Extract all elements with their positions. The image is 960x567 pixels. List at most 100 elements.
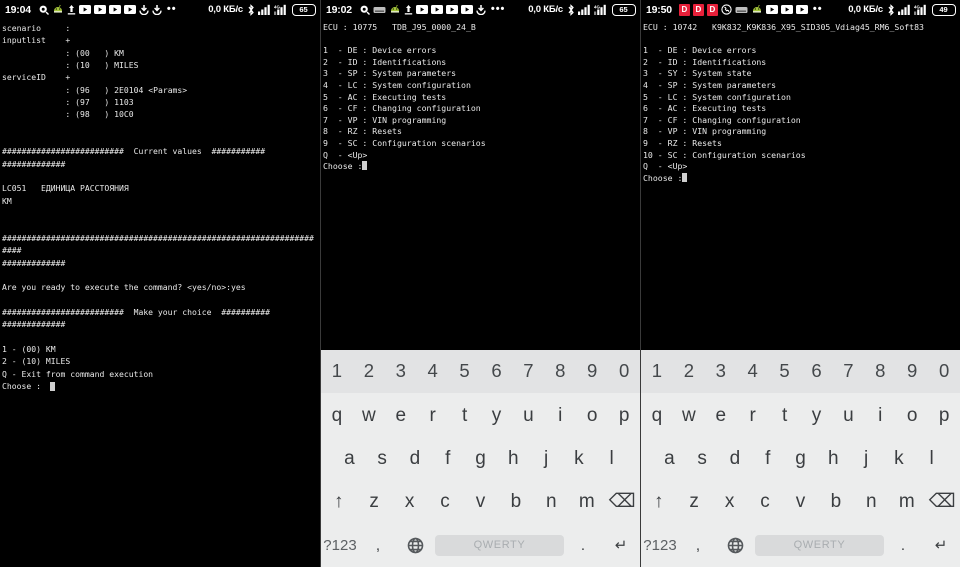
period-key[interactable]: . (564, 524, 602, 567)
key-r[interactable]: r (417, 393, 449, 436)
key-6[interactable]: 6 (801, 350, 833, 393)
key-n[interactable]: n (854, 480, 889, 523)
onscreen-keyboard-2[interactable]: 1 2 3 4 5 6 7 8 9 0 q w e r t y u i o p … (321, 349, 640, 567)
key-r[interactable]: r (737, 393, 769, 436)
menu-item[interactable]: Q - <Up> (323, 150, 638, 162)
key-y[interactable]: y (801, 393, 833, 436)
key-m[interactable]: m (569, 480, 604, 523)
symbols-key[interactable]: ?123 (321, 524, 359, 567)
menu-item[interactable]: 6 - AC : Executing tests (643, 103, 958, 115)
key-i[interactable]: i (544, 393, 576, 436)
shift-key[interactable]: ↑ (641, 480, 676, 523)
onscreen-keyboard-3[interactable]: 1 2 3 4 5 6 7 8 9 0 q w e r t y u i o p … (641, 349, 960, 567)
key-b[interactable]: b (498, 480, 533, 523)
comma-key[interactable]: , (359, 524, 397, 567)
key-i[interactable]: i (864, 393, 896, 436)
menu-item[interactable]: 8 - VP : VIN programming (643, 126, 958, 138)
key-a[interactable]: a (333, 437, 366, 480)
key-8[interactable]: 8 (544, 350, 576, 393)
key-w[interactable]: w (353, 393, 385, 436)
menu-item[interactable]: 8 - RZ : Resets (323, 126, 638, 138)
key-f[interactable]: f (431, 437, 464, 480)
menu-item[interactable]: 1 - DE : Device errors (323, 45, 638, 57)
symbols-key[interactable]: ?123 (641, 524, 679, 567)
key-6[interactable]: 6 (481, 350, 513, 393)
key-5[interactable]: 5 (449, 350, 481, 393)
key-x[interactable]: x (392, 480, 427, 523)
key-s[interactable]: s (366, 437, 399, 480)
key-k[interactable]: k (562, 437, 595, 480)
key-a[interactable]: a (653, 437, 686, 480)
key-2[interactable]: 2 (353, 350, 385, 393)
key-v[interactable]: v (783, 480, 818, 523)
menu-item[interactable]: 10 - SC : Configuration scenarios (643, 150, 958, 162)
key-p[interactable]: p (928, 393, 960, 436)
key-u[interactable]: u (832, 393, 864, 436)
menu-item[interactable]: 6 - CF : Changing configuration (323, 103, 638, 115)
menu-item[interactable]: 3 - SP : System parameters (323, 68, 638, 80)
comma-key[interactable]: , (679, 524, 717, 567)
key-u[interactable]: u (512, 393, 544, 436)
backspace-key[interactable]: ⌫ (925, 480, 960, 523)
key-m[interactable]: m (889, 480, 924, 523)
key-4[interactable]: 4 (417, 350, 449, 393)
terminal-output-1[interactable]: scenario : inputlist + : (00 ) KM : (10 … (0, 19, 320, 567)
key-2[interactable]: 2 (673, 350, 705, 393)
menu-item[interactable]: 7 - VP : VIN programming (323, 115, 638, 127)
key-t[interactable]: t (769, 393, 801, 436)
menu-item[interactable]: 9 - RZ : Resets (643, 138, 958, 150)
key-l[interactable]: l (915, 437, 948, 480)
shift-key[interactable]: ↑ (321, 480, 356, 523)
key-l[interactable]: l (595, 437, 628, 480)
key-s[interactable]: s (686, 437, 719, 480)
key-q[interactable]: q (641, 393, 673, 436)
key-d[interactable]: d (399, 437, 432, 480)
key-9[interactable]: 9 (576, 350, 608, 393)
menu-item[interactable]: 2 - ID : Identifications (643, 57, 958, 69)
key-h[interactable]: h (817, 437, 850, 480)
key-7[interactable]: 7 (512, 350, 544, 393)
key-0[interactable]: 0 (608, 350, 640, 393)
key-3[interactable]: 3 (705, 350, 737, 393)
menu-item[interactable]: 2 - ID : Identifications (323, 57, 638, 69)
key-b[interactable]: b (818, 480, 853, 523)
key-o[interactable]: o (896, 393, 928, 436)
menu-item[interactable]: 5 - LC : System configuration (643, 92, 958, 104)
key-g[interactable]: g (784, 437, 817, 480)
key-1[interactable]: 1 (641, 350, 673, 393)
key-h[interactable]: h (497, 437, 530, 480)
key-j[interactable]: j (850, 437, 883, 480)
menu-item[interactable]: 3 - SY : System state (643, 68, 958, 80)
key-0[interactable]: 0 (928, 350, 960, 393)
key-4[interactable]: 4 (737, 350, 769, 393)
key-9[interactable]: 9 (896, 350, 928, 393)
key-5[interactable]: 5 (769, 350, 801, 393)
key-1[interactable]: 1 (321, 350, 353, 393)
key-c[interactable]: c (427, 480, 462, 523)
key-c[interactable]: c (747, 480, 782, 523)
period-key[interactable]: . (884, 524, 922, 567)
menu-item[interactable]: 7 - CF : Changing configuration (643, 115, 958, 127)
key-z[interactable]: z (676, 480, 711, 523)
key-d[interactable]: d (719, 437, 752, 480)
globe-icon[interactable] (717, 524, 755, 567)
terminal-output-2[interactable]: ECU : 10775 TDB_J95_0000_24_B 1 - DE : D… (321, 19, 640, 349)
key-3[interactable]: 3 (385, 350, 417, 393)
menu-item[interactable]: 5 - AC : Executing tests (323, 92, 638, 104)
menu-item[interactable]: Q - <Up> (643, 161, 958, 173)
globe-icon[interactable] (397, 524, 435, 567)
key-g[interactable]: g (464, 437, 497, 480)
terminal-output-3[interactable]: ECU : 10742 K9K832_K9K836_X95_SID305_Vdi… (641, 19, 960, 349)
menu-item[interactable]: 9 - SC : Configuration scenarios (323, 138, 638, 150)
key-q[interactable]: q (321, 393, 353, 436)
space-key[interactable]: QWERTY (434, 534, 565, 556)
key-j[interactable]: j (530, 437, 563, 480)
key-n[interactable]: n (534, 480, 569, 523)
key-e[interactable]: e (705, 393, 737, 436)
key-7[interactable]: 7 (832, 350, 864, 393)
key-z[interactable]: z (356, 480, 391, 523)
space-key[interactable]: QWERTY (754, 534, 885, 556)
key-v[interactable]: v (463, 480, 498, 523)
key-e[interactable]: e (385, 393, 417, 436)
menu-item[interactable]: 4 - LC : System configuration (323, 80, 638, 92)
